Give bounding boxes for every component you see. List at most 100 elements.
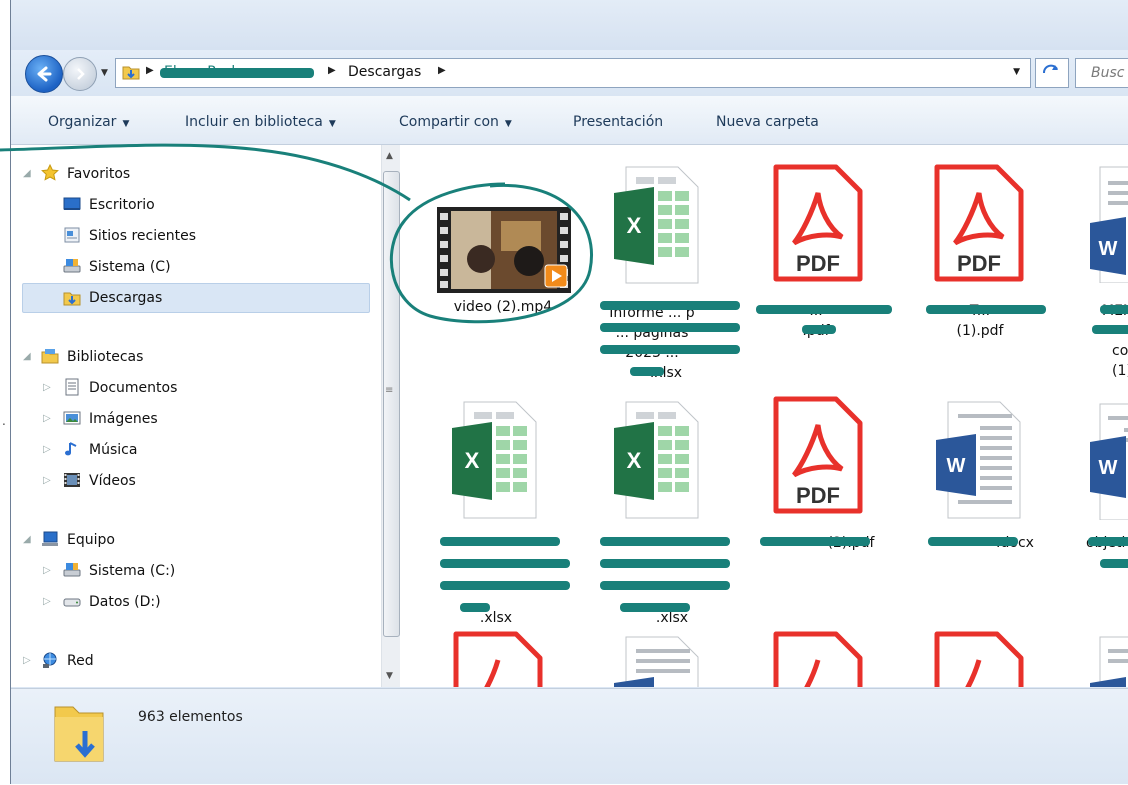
- redaction-mark: [630, 367, 664, 376]
- redaction-mark: [460, 603, 490, 612]
- breadcrumb-separator-icon: ▶: [328, 65, 336, 76]
- navigation-pane: ◢ Favoritos Escritorio Sitios recientes …: [11, 145, 381, 687]
- redaction-mark: [802, 325, 836, 334]
- expand-arrow-icon[interactable]: ▷: [43, 596, 51, 607]
- chevron-down-icon: ▼: [504, 119, 512, 129]
- redaction-mark: [600, 559, 730, 568]
- music-icon: [65, 442, 77, 456]
- nav-item-images[interactable]: ▷ Imágenes: [11, 406, 371, 432]
- nav-label: Escritorio: [89, 197, 155, 213]
- network-icon: [43, 652, 57, 668]
- excel-file-icon: X: [614, 166, 699, 284]
- nav-item-network[interactable]: ▷ Red: [11, 648, 371, 674]
- forward-arrow-icon: [77, 68, 85, 80]
- share-with-label: Compartir con: [399, 114, 499, 130]
- file-name: corr: [1112, 343, 1128, 359]
- expand-arrow-icon[interactable]: ▷: [43, 413, 51, 424]
- pdf-file-icon: PDF: [773, 164, 863, 282]
- nav-item-system-c[interactable]: ▷ Sistema (C:): [11, 558, 371, 584]
- expand-arrow-icon[interactable]: ▷: [43, 565, 51, 576]
- redaction-mark: [600, 345, 740, 354]
- back-arrow-icon: [37, 66, 52, 82]
- word-file-icon: [1090, 636, 1128, 687]
- redaction-mark: [600, 323, 740, 332]
- nav-item-videos[interactable]: ▷ Vídeos: [11, 468, 371, 494]
- collapse-arrow-icon[interactable]: ◢: [23, 168, 31, 179]
- address-row: ▼ ▶ Elena Pacheco ▶ Descargas ▶ ▼ Busc: [11, 50, 1128, 96]
- organize-button[interactable]: Organizar ▼: [48, 114, 129, 130]
- scroll-up-icon[interactable]: ▲: [386, 151, 393, 161]
- nav-label: Música: [89, 442, 138, 458]
- redaction-mark: [440, 559, 570, 568]
- nav-label: Red: [67, 653, 94, 669]
- share-with-button[interactable]: Compartir con ▼: [399, 114, 512, 130]
- expand-arrow-icon[interactable]: ▷: [23, 655, 31, 666]
- nav-label: Favoritos: [67, 166, 131, 182]
- documents-icon: [65, 378, 79, 396]
- svg-text:X: X: [627, 448, 642, 473]
- nav-item-recent[interactable]: Sitios recientes: [11, 223, 371, 249]
- nav-label: Descargas: [89, 290, 163, 306]
- pdf-file-icon: [773, 631, 863, 687]
- nav-label: Sitios recientes: [89, 228, 196, 244]
- nav-item-documents[interactable]: ▷ Documentos: [11, 375, 371, 401]
- back-button[interactable]: [25, 55, 63, 93]
- svg-text:PDF: PDF: [796, 483, 840, 508]
- chevron-down-icon: ▼: [122, 119, 130, 129]
- redaction-mark: [600, 581, 730, 590]
- nav-item-downloads[interactable]: Descargas: [22, 283, 370, 313]
- libraries-icon: [41, 349, 59, 364]
- nav-item-libraries[interactable]: ◢ Bibliotecas: [11, 344, 371, 370]
- file-name: (1): [1112, 363, 1128, 379]
- file-name: (1).pdf: [956, 323, 1004, 339]
- forward-button[interactable]: [63, 57, 97, 91]
- recent-locations-icon[interactable]: ▼: [101, 68, 108, 78]
- collapse-arrow-icon[interactable]: ◢: [23, 351, 31, 362]
- nav-item-computer[interactable]: ◢ Equipo: [11, 527, 371, 553]
- svg-text:W: W: [947, 455, 966, 477]
- title-bar: [11, 0, 1128, 50]
- redaction-mark: [600, 301, 740, 310]
- file-name: video (2).mp4: [453, 299, 553, 315]
- file-name: .xlsx: [649, 365, 683, 381]
- redaction-mark: [1100, 305, 1128, 314]
- redaction-mark: [926, 305, 1046, 314]
- computer-icon: [42, 531, 58, 546]
- expand-arrow-icon[interactable]: ▷: [43, 444, 51, 455]
- nav-item-favorites[interactable]: ◢ Favoritos: [11, 161, 371, 187]
- nav-item-data-d[interactable]: ▷ Datos (D:): [11, 589, 371, 615]
- address-bar[interactable]: ▶ Elena Pacheco ▶ Descargas ▶ ▼: [115, 58, 1031, 88]
- redaction-mark: [928, 537, 1018, 546]
- pdf-file-icon: [934, 631, 1024, 687]
- explorer-window: ▼ ▶ Elena Pacheco ▶ Descargas ▶ ▼ Busc O…: [10, 0, 1128, 784]
- address-dropdown-icon[interactable]: ▼: [1013, 67, 1020, 77]
- nav-item-system[interactable]: Sistema (C): [11, 254, 371, 280]
- search-input[interactable]: Busc: [1075, 58, 1128, 88]
- breadcrumb-descargas[interactable]: Descargas: [348, 64, 421, 80]
- downloads-folder-icon: [63, 292, 81, 306]
- expand-arrow-icon[interactable]: ▷: [43, 382, 51, 393]
- include-library-button[interactable]: Incluir en biblioteca ▼: [185, 114, 336, 130]
- redaction-mark: [440, 581, 570, 590]
- presentation-button[interactable]: Presentación: [573, 114, 663, 130]
- excel-file-icon: X: [452, 401, 537, 519]
- word-file-icon: [614, 636, 699, 687]
- nav-scrollbar[interactable]: ▲ ≡ ▼: [381, 145, 400, 687]
- new-folder-button[interactable]: Nueva carpeta: [716, 114, 819, 130]
- file-list: video (2).mp4 X Informe ... p ... página…: [400, 145, 1128, 687]
- edge-mark: .: [2, 414, 6, 428]
- scroll-down-icon[interactable]: ▼: [386, 671, 393, 681]
- word-file-icon: W: [936, 401, 1021, 519]
- scrollbar-thumb[interactable]: [383, 171, 400, 637]
- recent-places-icon: [64, 227, 80, 243]
- svg-text:X: X: [465, 448, 480, 473]
- downloads-folder-icon: [122, 66, 140, 80]
- nav-item-music[interactable]: ▷ Música: [11, 437, 371, 463]
- expand-arrow-icon[interactable]: ▷: [43, 475, 51, 486]
- nav-item-desktop[interactable]: Escritorio: [11, 192, 371, 218]
- star-icon: [41, 164, 59, 181]
- refresh-button[interactable]: [1035, 58, 1069, 88]
- redaction-mark: [160, 68, 314, 78]
- nav-label: Documentos: [89, 380, 178, 396]
- collapse-arrow-icon[interactable]: ◢: [23, 534, 31, 545]
